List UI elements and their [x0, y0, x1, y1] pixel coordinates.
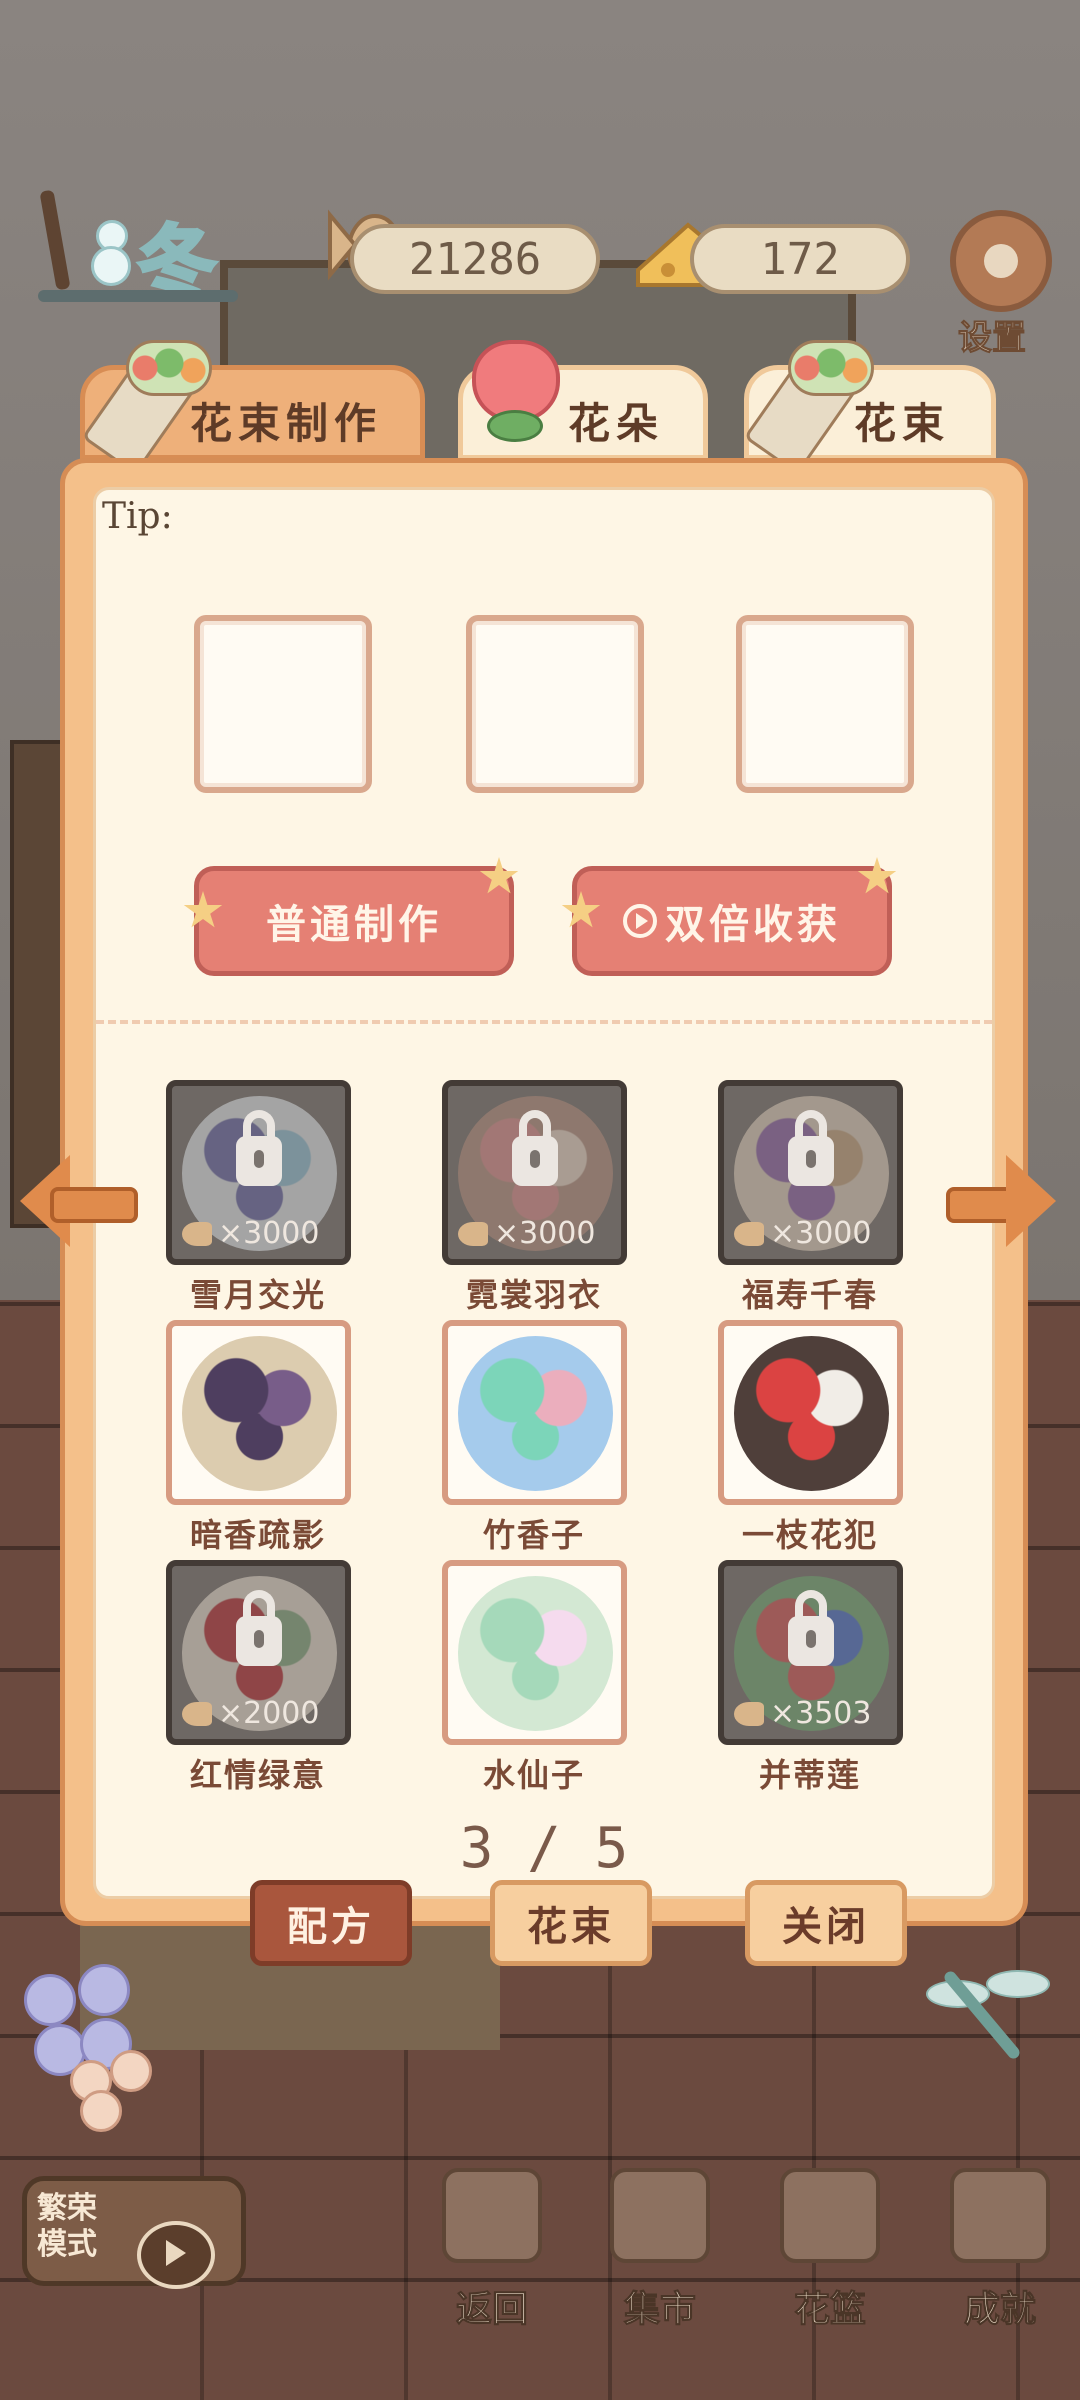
recipe-tab-button[interactable]: 配方	[250, 1880, 412, 1966]
panel-content: Tip: 普通制作 双倍收获 ×3000 雪月交光 ×3000 霓裳羽衣 ×3000 福寿…	[93, 487, 995, 1899]
fishbone-icon	[182, 1701, 212, 1726]
nav-back-label: 返回	[455, 2289, 528, 2331]
settings-label: 设置	[958, 318, 1027, 359]
bouquet-image-icon	[458, 1576, 613, 1731]
nav-achievement-label: 成就	[963, 2289, 1036, 2331]
gear-icon	[956, 216, 1046, 306]
season-indicator: 冬	[8, 180, 238, 310]
next-page-arrow[interactable]	[946, 1145, 1056, 1255]
fishbone-icon	[458, 1221, 488, 1246]
nav-achievement[interactable]: 成就	[940, 2168, 1060, 2331]
bouquet-image-icon	[734, 1336, 889, 1491]
double-harvest-button[interactable]: 双倍收获	[561, 857, 897, 976]
lock-icon	[788, 1590, 834, 1666]
double-harvest-label: 双倍收获	[665, 902, 841, 948]
unlock-cost: ×3000	[458, 1216, 595, 1251]
trophy-icon	[950, 2168, 1050, 2263]
recipe-name: 并蒂莲	[758, 1756, 861, 1794]
previous-page-arrow[interactable]	[20, 1145, 138, 1255]
nav-basket-label: 花篮	[793, 2289, 866, 2331]
cheese-currency-counter: 172	[690, 224, 910, 294]
recipe-card[interactable]	[166, 1320, 351, 1505]
bouquet-tab-button[interactable]: 花束	[490, 1880, 652, 1966]
nav-back[interactable]: 返回	[432, 2168, 552, 2331]
season-progress-bar	[38, 290, 238, 302]
tip-label: Tip:	[102, 496, 173, 537]
nav-market[interactable]: 集市	[600, 2168, 720, 2331]
unlock-cost: ×3503	[734, 1696, 871, 1731]
recipe-card[interactable]: ×3503	[718, 1560, 903, 1745]
fishbone-icon	[734, 1221, 764, 1246]
recipe-card[interactable]: ×3000	[442, 1080, 627, 1265]
flower-slot-2[interactable]	[466, 615, 644, 793]
flower-slot-1[interactable]	[194, 615, 372, 793]
snowman-icon	[88, 220, 131, 286]
unlock-cost-value: ×2000	[218, 1696, 320, 1731]
tab-label: 花束制作	[190, 399, 383, 448]
recipe-name: 竹香子	[482, 1516, 585, 1554]
play-video-icon	[623, 904, 657, 938]
rose-icon	[462, 330, 562, 450]
unlock-cost: ×3000	[182, 1216, 319, 1251]
unlock-cost: ×2000	[182, 1696, 319, 1731]
recipe-name: 暗香疏影	[189, 1516, 326, 1554]
fishbone-icon	[734, 1701, 764, 1726]
market-stall-icon	[610, 2168, 710, 2263]
normal-make-button[interactable]: 普通制作	[183, 857, 519, 976]
lock-icon	[512, 1110, 558, 1186]
settings-button[interactable]: 设置	[948, 210, 1058, 359]
unlock-cost-value: ×3000	[494, 1216, 596, 1251]
lock-icon	[236, 1590, 282, 1666]
lock-icon	[236, 1110, 282, 1186]
bouquet-icon	[743, 330, 878, 476]
branch-icon	[39, 189, 71, 291]
recipe-name: 一枝花犯	[741, 1516, 878, 1554]
unlock-cost-value: ×3000	[218, 1216, 320, 1251]
nav-basket[interactable]: 花篮	[770, 2168, 890, 2331]
recipe-name: 霓裳羽衣	[465, 1276, 602, 1314]
fishbone-icon	[182, 1221, 212, 1246]
unlock-cost-value: ×3000	[770, 1216, 872, 1251]
dashed-divider	[96, 1020, 992, 1024]
recipe-name: 雪月交光	[189, 1276, 326, 1314]
bouquet-making-panel: Tip: 普通制作 双倍收获 ×3000 雪月交光 ×3000 霓裳羽衣 ×3000 福寿…	[60, 458, 1028, 1926]
bouquet-image-icon	[182, 1336, 337, 1491]
play-icon	[137, 2221, 215, 2289]
butterfly-icon	[70, 2050, 160, 2132]
star-icon	[857, 857, 897, 894]
recipe-card[interactable]	[718, 1320, 903, 1505]
recipe-name: 水仙子	[482, 1756, 585, 1794]
bouquet-image-icon	[458, 1336, 613, 1491]
flower-basket-icon	[780, 2168, 880, 2263]
star-icon	[183, 891, 223, 928]
recipe-card[interactable]: ×2000	[166, 1560, 351, 1745]
flower-slot-3[interactable]	[736, 615, 914, 793]
close-button[interactable]: 关闭	[745, 1880, 907, 1966]
window-icon	[442, 2168, 542, 2263]
page-indicator: 3 / 5	[459, 1816, 629, 1881]
normal-make-label: 普通制作	[266, 902, 442, 948]
recipe-card[interactable]: ×3000	[166, 1080, 351, 1265]
bouquet-icon	[81, 330, 216, 476]
tab-label: 花朵	[568, 399, 665, 448]
arrow-right-icon	[1006, 1155, 1056, 1247]
recipe-name: 福寿千春	[741, 1276, 878, 1314]
recipe-card[interactable]	[442, 1320, 627, 1505]
prosperity-mode-button[interactable]: 繁荣模式	[22, 2176, 246, 2289]
recipe-name: 红情绿意	[189, 1756, 326, 1794]
nav-market-label: 集市	[623, 2289, 696, 2331]
fish-currency-counter: 21286	[350, 224, 600, 294]
unlock-cost: ×3000	[734, 1216, 871, 1251]
unlock-cost-value: ×3503	[770, 1696, 872, 1731]
star-icon	[561, 891, 601, 928]
recipe-card[interactable]	[442, 1560, 627, 1745]
star-icon	[479, 857, 519, 894]
dragonfly-icon	[916, 1950, 1056, 2070]
recipe-card[interactable]: ×3000	[718, 1080, 903, 1265]
mode-label: 繁荣模式	[37, 2191, 97, 2262]
lock-icon	[788, 1110, 834, 1186]
